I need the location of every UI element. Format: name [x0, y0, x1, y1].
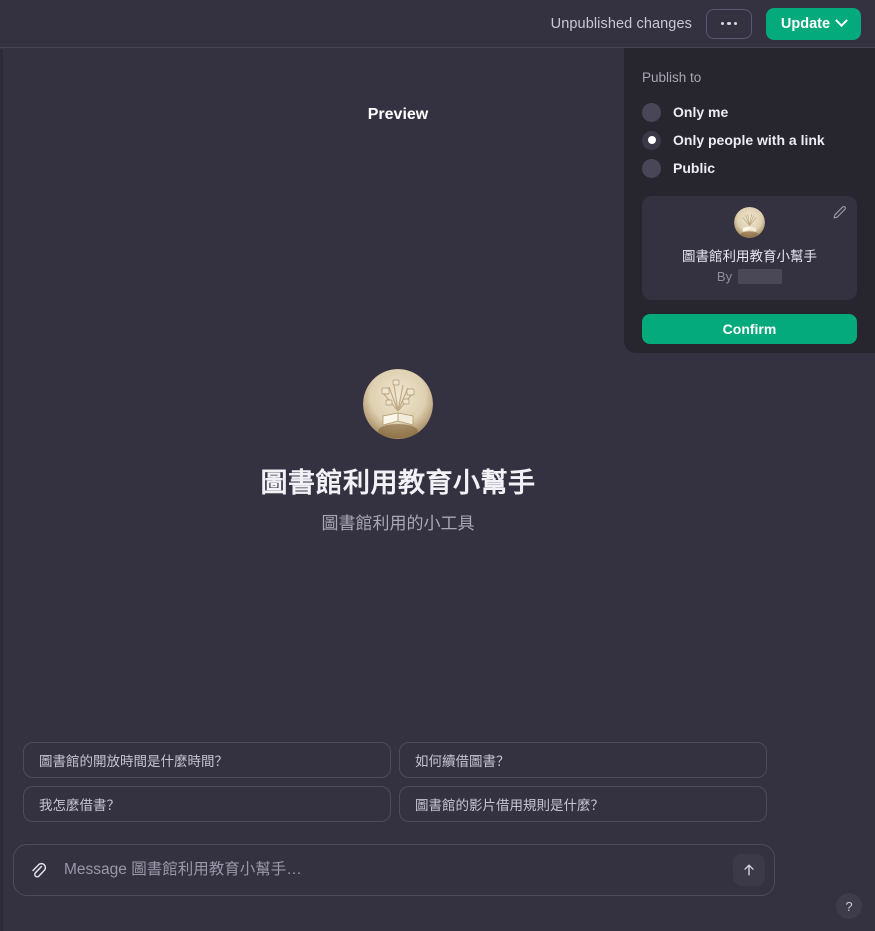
suggestion-chip[interactable]: 如何續借圖書？: [399, 742, 767, 778]
publish-option-label: Public: [673, 160, 716, 176]
publish-dropdown-panel: Publish to Only me Only people with a li…: [624, 48, 875, 353]
help-button[interactable]: ?: [836, 893, 862, 919]
suggestion-chip[interactable]: 圖書館的開放時間是什麼時間？: [23, 742, 391, 778]
send-button[interactable]: [733, 854, 765, 886]
message-composer: [13, 844, 775, 896]
suggestion-chip[interactable]: 我怎麼借書？: [23, 786, 391, 822]
message-input[interactable]: [48, 861, 733, 879]
agent-subtitle: 圖書館利用的小工具: [321, 514, 475, 533]
chevron-down-icon: [835, 14, 848, 28]
agent-title: 圖書館利用教育小幫手: [260, 468, 536, 498]
publish-option-label: Only me: [673, 104, 729, 120]
more-options-button[interactable]: [706, 8, 752, 39]
more-dot-icon: [733, 21, 738, 26]
suggestion-chip[interactable]: 圖書館的影片借用規則是什麼？: [399, 786, 767, 822]
publish-option-public[interactable]: Public: [642, 154, 857, 182]
more-dot-icon: [727, 21, 731, 26]
pencil-icon[interactable]: [832, 205, 847, 220]
agent-card-avatar: [734, 207, 765, 238]
agent-card-author-redacted: [738, 269, 783, 284]
agent-hero: 圖書館利用教育小幫手 圖書館利用的小工具: [3, 369, 793, 534]
suggestion-chips: 圖書館的開放時間是什麼時間？ 如何續借圖書？ 我怎麼借書？ 圖書館的影片借用規則…: [23, 742, 767, 822]
update-button-label: Update: [780, 15, 831, 32]
unpublished-changes-label: Unpublished changes: [550, 15, 692, 32]
agent-summary-card: 圖書館利用教育小幫手 By: [642, 196, 857, 300]
update-button[interactable]: Update: [766, 7, 861, 40]
publish-option-link[interactable]: Only people with a link: [642, 126, 857, 154]
radio-icon-selected[interactable]: [642, 130, 661, 150]
radio-icon[interactable]: [642, 158, 661, 178]
confirm-button[interactable]: Confirm: [642, 314, 857, 344]
paperclip-icon[interactable]: [28, 860, 48, 880]
agent-card-by-label: By: [716, 269, 733, 284]
more-dot-icon: [720, 21, 725, 26]
publish-to-label: Publish to: [642, 70, 702, 85]
top-bar: Unpublished changes Update: [0, 0, 875, 48]
publish-option-only-me[interactable]: Only me: [642, 98, 857, 126]
agent-card-author: By: [716, 269, 783, 284]
agent-card-title: 圖書館利用教育小幫手: [682, 249, 817, 264]
app-root: Unpublished changes Update Preview 圖書館利用…: [0, 0, 875, 931]
publish-option-label: Only people with a link: [673, 132, 825, 148]
agent-avatar: [363, 369, 433, 439]
radio-icon[interactable]: [642, 102, 661, 122]
